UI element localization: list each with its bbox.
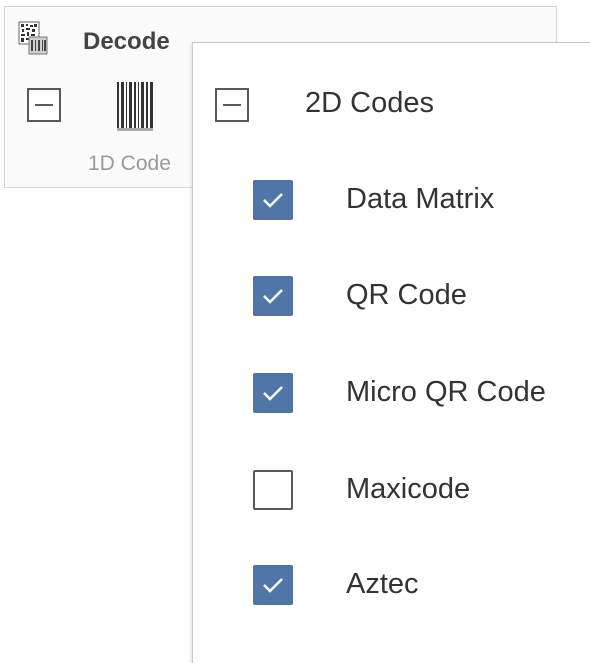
checkbox[interactable] bbox=[253, 373, 293, 413]
option-micro-qr-code[interactable]: Micro QR Code bbox=[250, 370, 580, 416]
option-label: Micro QR Code bbox=[346, 376, 546, 408]
collapse-1d-button[interactable] bbox=[27, 88, 61, 122]
option-maxicode[interactable]: Maxicode bbox=[250, 467, 580, 513]
checkmark-icon bbox=[263, 386, 283, 401]
option-label: Aztec bbox=[346, 568, 419, 600]
option-qr-code[interactable]: QR Code bbox=[250, 273, 580, 319]
checkmark-icon bbox=[263, 193, 283, 208]
option-data-matrix[interactable]: Data Matrix bbox=[250, 177, 580, 223]
checkbox[interactable] bbox=[253, 565, 293, 605]
datamatrix-icon bbox=[18, 21, 48, 55]
collapse-2d-button[interactable] bbox=[215, 88, 249, 122]
1d-code-label: 1D Code bbox=[88, 152, 171, 175]
barcode-icon[interactable] bbox=[115, 80, 155, 134]
checkbox[interactable] bbox=[253, 470, 293, 510]
checkmark-icon bbox=[263, 289, 283, 304]
2d-codes-group-label: 2D Codes bbox=[305, 87, 434, 119]
checkmark-icon bbox=[263, 578, 283, 593]
option-aztec[interactable]: Aztec bbox=[250, 562, 580, 608]
checkbox[interactable] bbox=[253, 180, 293, 220]
option-label: QR Code bbox=[346, 279, 467, 311]
option-label: Data Matrix bbox=[346, 183, 495, 215]
checkbox[interactable] bbox=[253, 276, 293, 316]
option-label: Maxicode bbox=[346, 473, 471, 505]
panel-title: Decode bbox=[83, 28, 170, 55]
